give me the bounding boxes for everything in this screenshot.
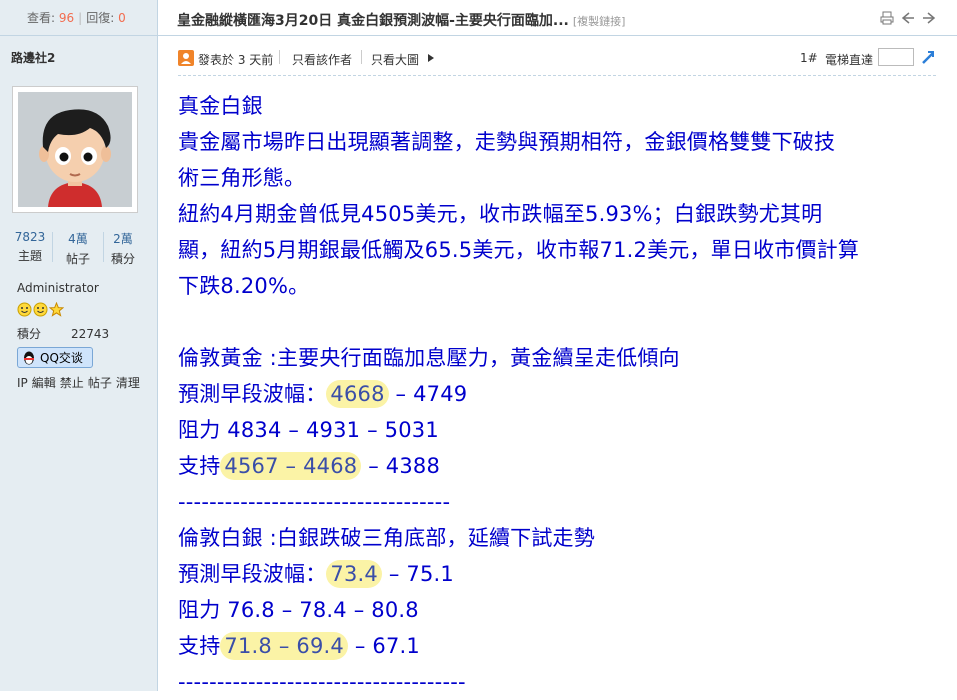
gold-range-label: 預測早段波幅： [178,382,327,406]
gold-range-rest: – 4749 [388,382,468,406]
stat-threads-value[interactable]: 7823 [4,230,56,244]
view-label: 查看: [27,11,56,25]
gold-resistance-line: 阻力 4834 – 4931 – 5031 [178,418,439,442]
avatar-image [18,92,132,207]
post-heading: 真金白銀 [178,94,263,118]
smiley-icon [33,302,48,317]
online-user-icon [178,50,194,66]
author-only-link[interactable]: 只看該作者 [292,51,352,68]
admin-link-ip[interactable]: IP [17,376,28,390]
rank-icons [17,302,64,317]
post-paragraph-line: 顯，紐約5月期銀最低觸及65.5美元，收市報71.2美元，單日收市價計算 [178,238,860,262]
star-icon [49,302,64,317]
thread-title: 皇金融縱橫匯海3月20日 真金白銀預測波幅-主要央行面臨加... [複製鏈接] [177,10,625,30]
credit-value: 22743 [71,327,110,341]
gold-support-line: 支持 4567 – 4468 – 4388 [178,448,938,484]
gold-range-line: 預測早段波幅： 4668 – 4749 [178,376,938,412]
smiley-icon [17,302,32,317]
stat-threads-label: 主題 [17,249,42,263]
gold-title: 倫敦黃金 :主要央行面臨加息壓力，黃金續呈走低傾向 [178,346,680,370]
stat-credits[interactable]: 2萬 積分 [97,230,149,267]
admin-link-ban[interactable]: 禁止 [60,376,84,390]
silver-title: 倫敦白銀 :白銀跌破三角底部，延續下試走勢 [178,526,595,550]
silver-support-rest: – 67.1 [347,634,420,658]
silver-support-label: 支持 [178,634,221,658]
avatar[interactable] [12,86,138,213]
gold-support-rest: – 4388 [361,454,441,478]
qq-chat-button[interactable]: QQ交谈 [17,347,93,368]
silver-resistance-line: 阻力 76.8 – 78.4 – 80.8 [178,598,419,622]
qq-penguin-icon [24,351,34,364]
author-name[interactable]: 路邊社2 [11,49,55,66]
user-role[interactable]: Administrator [17,281,99,295]
silver-support-highlight: 71.8 – 69.4 [220,632,348,660]
silver-range-rest: – 75.1 [381,562,454,586]
previous-thread-icon[interactable] [900,10,916,26]
meta-divider [178,75,936,76]
large-image-link[interactable]: 只看大圖 [371,51,419,68]
post-body: 真金白銀 貴金屬市場昨日出現顯著調整，走勢與預期相符，金銀價格雙雙下破技 術三角… [178,88,938,700]
stat-credits-label: 積分 [110,252,135,266]
post-main: 皇金融縱橫匯海3月20日 真金白銀預測波幅-主要央行面臨加... [複製鏈接] 發… [158,0,957,694]
print-icon[interactable] [879,10,895,26]
silver-range-highlight: 73.4 [326,560,382,588]
stat-credits-value[interactable]: 2萬 [97,230,149,247]
view-reply-stats: 查看: 96 | 回復: 0 [0,0,157,36]
silver-range-line: 預測早段波幅： 73.4 – 75.1 [178,556,938,592]
thread-title-text: 皇金融縱橫匯海3月20日 真金白銀預測波幅-主要央行面臨加... [177,13,569,29]
elevator-go-icon[interactable] [920,49,936,65]
gold-support-highlight: 4567 – 4468 [220,452,362,480]
thread-title-bar: 皇金融縱橫匯海3月20日 真金白銀預測波幅-主要央行面臨加... [複製鏈接] [158,0,957,36]
credit-label: 積分 [17,327,42,341]
admin-links: IP 編輯 禁止 帖子 清理 [17,374,144,391]
post-paragraph-line: 下跌8.20%。 [178,274,310,298]
stat-threads[interactable]: 7823 主題 [4,230,56,264]
author-sidebar: 查看: 96 | 回復: 0 路邊社2 7823 主題 4萬 帖子 2萬 積分 … [0,0,158,691]
credit-row: 積分 22743 [17,325,109,342]
gold-range-highlight: 4668 [326,380,389,408]
play-arrow-icon[interactable] [428,54,434,62]
qq-chat-label: QQ交谈 [40,351,83,365]
post-meta: 發表於 3 天前 只看該作者 只看大圖 1# 電梯直達 [158,36,938,76]
gold-support-label: 支持 [178,454,221,478]
post-paragraph-line: 紐約4月期金曾低見4505美元，收市跌幅至5.93%；白銀跌勢尤其明 [178,202,823,226]
floor-number: 1# [800,51,818,65]
copy-link-button[interactable]: [複製鏈接] [573,15,626,28]
admin-link-edit[interactable]: 編輯 [32,376,56,390]
post-time: 發表於 3 天前 [198,53,274,67]
post-paragraph-line: 術三角形態。 [178,166,306,190]
title-toolbar [879,10,937,26]
section-divider: ----------------------------------- [178,490,451,514]
section-divider: ------------------------------------- [178,670,466,694]
admin-link-posts[interactable]: 帖子 [88,376,112,390]
elevator-label: 電梯直達 [825,53,874,67]
admin-link-clean[interactable]: 清理 [116,376,140,390]
post-paragraph-line: 貴金屬市場昨日出現顯著調整，走勢與預期相符，金銀價格雙雙下破技 [178,130,836,154]
silver-range-label: 預測早段波幅： [178,562,327,586]
view-count: 96 [58,11,75,25]
next-thread-icon[interactable] [921,10,937,26]
silver-support-line: 支持 71.8 – 69.4 – 67.1 [178,628,938,664]
reply-count: 0 [118,11,126,25]
elevator-input[interactable] [878,48,914,66]
reply-label: 回復: [86,11,115,25]
